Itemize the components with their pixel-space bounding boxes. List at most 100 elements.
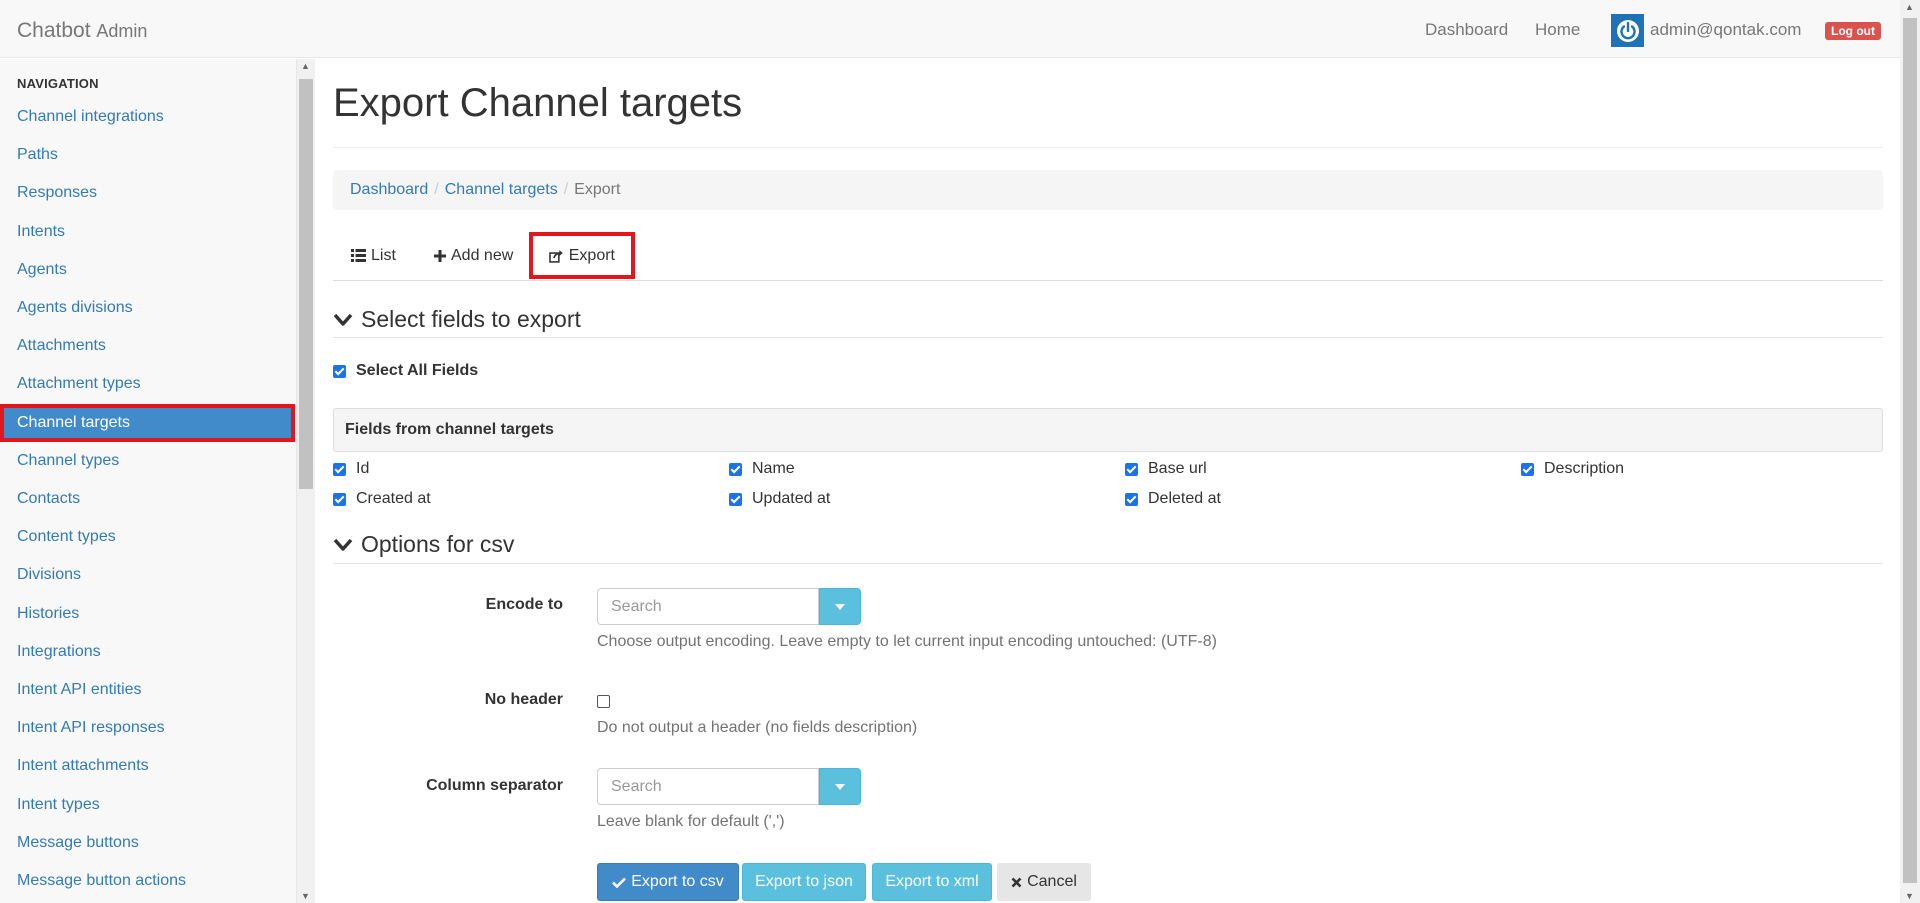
encode-to-label: Encode to (485, 596, 563, 613)
breadcrumb-dashboard[interactable]: Dashboard (350, 181, 428, 198)
nav-dashboard-link[interactable]: Dashboard (1425, 20, 1508, 40)
sidebar-item-intents[interactable]: Intents (0, 213, 295, 251)
sidebar-scrollbar[interactable]: ▲ ▼ (297, 59, 315, 903)
tab-add-new-label: Add new (451, 247, 514, 264)
export-json-button[interactable]: Export to json (742, 863, 866, 901)
sidebar-item-paths[interactable]: Paths (0, 136, 295, 174)
export-json-label: Export to json (755, 873, 853, 890)
select-all-fields[interactable]: Select All Fields (333, 362, 478, 380)
brand-subtitle: Admin (96, 21, 148, 41)
field-id[interactable]: Id (333, 460, 369, 478)
field-checkbox[interactable] (729, 492, 742, 506)
check-icon (612, 877, 627, 888)
scroll-up-icon[interactable]: ▲ (301, 61, 310, 71)
select-all-label: Select All Fields (356, 362, 479, 379)
no-header-help: Do not output a header (no fields descri… (597, 719, 918, 736)
column-separator-combobox (597, 768, 861, 805)
sidebar-item-intent-types[interactable]: Intent types (0, 786, 295, 824)
user-email[interactable]: admin@qontak.com (1650, 20, 1801, 40)
csv-options-toggle[interactable]: Options for csv (333, 531, 514, 558)
sidebar-item-message-button-actions[interactable]: Message button actions (0, 862, 295, 900)
sidebar-item-contacts[interactable]: Contacts (0, 480, 295, 518)
csv-options-heading: Options for csv (361, 531, 515, 557)
field-label: Base url (1148, 460, 1207, 477)
field-checkbox[interactable] (1125, 462, 1138, 476)
scroll-down-icon[interactable]: ▼ (301, 891, 310, 901)
export-csv-label: Export to csv (631, 873, 724, 890)
power-icon (1616, 19, 1639, 42)
export-xml-button[interactable]: Export to xml (872, 863, 992, 901)
encode-to-combobox (597, 588, 861, 625)
sidebar-item-attachment-types[interactable]: Attachment types (0, 365, 295, 403)
sidebar-item-intent-api-entities[interactable]: Intent API entities (0, 671, 295, 709)
tab-export[interactable]: Export (529, 232, 635, 279)
sidebar-item-histories[interactable]: Histories (0, 595, 295, 633)
sidebar-item-integrations[interactable]: Integrations (0, 633, 295, 671)
page-scroll-thumb[interactable] (1903, 18, 1917, 883)
sidebar-item-message-buttons[interactable]: Message buttons (0, 824, 295, 862)
field-checkbox[interactable] (729, 462, 742, 476)
field-checkbox[interactable] (333, 492, 346, 506)
scroll-up-icon[interactable]: ▲ (1905, 2, 1914, 12)
cancel-label: Cancel (1027, 873, 1077, 890)
main-content: Export Channel targets Dashboard / Channel… (333, 59, 1883, 903)
breadcrumb-channel-targets[interactable]: Channel targets (445, 181, 558, 198)
sidebar-item-responses[interactable]: Responses (0, 174, 295, 212)
sidebar-item-content-types[interactable]: Content types (0, 518, 295, 556)
plus-icon (434, 249, 446, 262)
tab-add-new[interactable]: Add new (434, 232, 513, 279)
encode-to-help: Choose output encoding. Leave empty to l… (597, 633, 1217, 650)
field-updated-at[interactable]: Updated at (729, 490, 830, 508)
field-label: Updated at (752, 490, 831, 507)
encode-to-dropdown-button[interactable] (819, 588, 861, 625)
list-icon (351, 249, 366, 262)
field-description[interactable]: Description (1521, 460, 1624, 478)
sidebar-item-agents[interactable]: Agents (0, 251, 295, 289)
no-header-checkbox[interactable] (597, 695, 610, 708)
chevron-down-icon (333, 313, 353, 326)
sidebar-item-intent-api-responses[interactable]: Intent API responses (0, 709, 295, 747)
column-separator-help: Leave blank for default (',') (597, 813, 785, 830)
select-fields-toggle[interactable]: Select fields to export (333, 306, 581, 333)
sidebar-item-attachments[interactable]: Attachments (0, 327, 295, 365)
sidebar-item-channel-integrations[interactable]: Channel integrations (0, 98, 295, 136)
close-icon (1011, 877, 1022, 887)
sidebar-item-intent-attachments[interactable]: Intent attachments (0, 747, 295, 785)
brand[interactable]: Chatbot Admin (17, 19, 147, 43)
field-created-at[interactable]: Created at (333, 490, 431, 508)
field-base-url[interactable]: Base url (1125, 460, 1207, 478)
cancel-button[interactable]: Cancel (997, 863, 1091, 901)
title-divider (333, 147, 1883, 148)
sidebar-scroll-thumb[interactable] (299, 79, 313, 489)
sidebar-item-channel-types[interactable]: Channel types (0, 442, 295, 480)
tab-export-label: Export (568, 247, 615, 264)
encode-to-input[interactable] (597, 588, 819, 625)
section-divider (333, 563, 1883, 564)
share-icon (549, 249, 563, 263)
field-checkbox[interactable] (1125, 492, 1138, 506)
scroll-down-icon[interactable]: ▼ (1905, 891, 1914, 901)
export-csv-button[interactable]: Export to csv (597, 863, 739, 901)
select-all-checkbox[interactable] (333, 364, 346, 378)
fields-panel-header: Fields from channel targets (333, 408, 1883, 452)
field-label: Created at (356, 490, 431, 507)
action-tabs: List Add new Export (333, 232, 1883, 281)
breadcrumb-current: Export (574, 181, 621, 198)
nav-home-link[interactable]: Home (1535, 20, 1580, 40)
field-checkbox[interactable] (1521, 462, 1534, 476)
caret-down-icon (835, 603, 845, 610)
column-separator-input[interactable] (597, 768, 819, 805)
field-name[interactable]: Name (729, 460, 795, 478)
field-deleted-at[interactable]: Deleted at (1125, 490, 1221, 508)
column-separator-dropdown-button[interactable] (819, 768, 861, 805)
export-xml-label: Export to xml (885, 873, 979, 890)
page-scrollbar[interactable]: ▲ ▼ (1900, 0, 1920, 903)
sidebar-item-channel-targets[interactable]: Channel targets (0, 403, 295, 442)
sidebar-item-divisions[interactable]: Divisions (0, 556, 295, 594)
tab-list[interactable]: List (351, 232, 396, 279)
sidebar-item-agents-divisions[interactable]: Agents divisions (0, 289, 295, 327)
breadcrumb-separator: / (434, 181, 439, 198)
field-checkbox[interactable] (333, 462, 346, 476)
logout-button[interactable]: Log out (1825, 22, 1881, 40)
avatar[interactable] (1611, 14, 1644, 47)
